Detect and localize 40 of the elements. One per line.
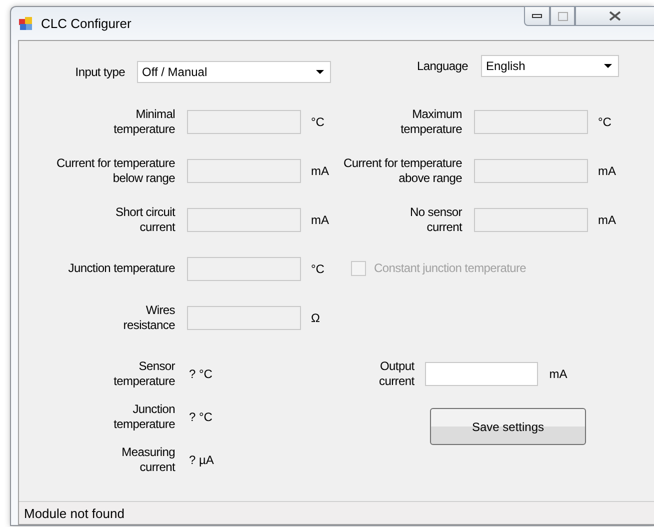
field-label: Short circuit current — [114, 204, 175, 234]
output-current-label: Output current — [379, 359, 414, 389]
reading-value: ? µA — [189, 452, 215, 466]
window-title: CLC Configurer — [41, 16, 132, 31]
app-icon — [19, 16, 33, 30]
close-icon — [609, 11, 621, 21]
dropdown-arrow-icon[interactable] — [604, 64, 612, 68]
field-label: Junction temperature — [67, 261, 175, 276]
output-current-field[interactable] — [425, 362, 538, 386]
unit-label: °C — [311, 114, 326, 128]
field-label: No sensor current — [409, 204, 462, 234]
field-label: Wires resistance — [122, 302, 175, 332]
field-label: Current for temperature below range — [56, 156, 175, 186]
dropdown-arrow-icon[interactable] — [316, 70, 324, 74]
input-type-dropdown[interactable]: Off / Manual — [137, 61, 331, 83]
unit-label: mA — [311, 164, 330, 178]
field-label: Maximum temperature — [400, 106, 462, 136]
input-type-label: Input type — [74, 64, 125, 80]
language-dropdown[interactable]: English — [481, 55, 619, 77]
checkbox-label: Constant junction temperature — [374, 261, 526, 276]
minimize-button[interactable] — [524, 6, 550, 26]
unit-label: mA — [549, 367, 568, 381]
reading-label: Measuring current — [120, 444, 175, 474]
reading-label: Sensor temperature — [112, 358, 175, 388]
unit-label: mA — [598, 212, 617, 226]
minimize-icon — [532, 14, 542, 18]
language-label: Language — [416, 58, 468, 74]
unit-label: Ω — [311, 310, 321, 324]
unit-label: °C — [311, 262, 326, 276]
reading-value: ? °C — [189, 410, 214, 424]
unit-label: mA — [598, 164, 617, 178]
maximize-icon — [558, 12, 568, 20]
unit-label: °C — [598, 114, 612, 128]
reading-value: ? °C — [189, 366, 214, 380]
unit-label: mA — [311, 212, 330, 226]
close-button[interactable] — [575, 6, 654, 26]
reading-label: Junction temperature — [112, 402, 175, 432]
save-settings-button[interactable]: Save settings — [430, 408, 586, 445]
field-label: Minimal temperature — [112, 106, 175, 136]
field-label: Current for temperature above range — [342, 156, 462, 186]
